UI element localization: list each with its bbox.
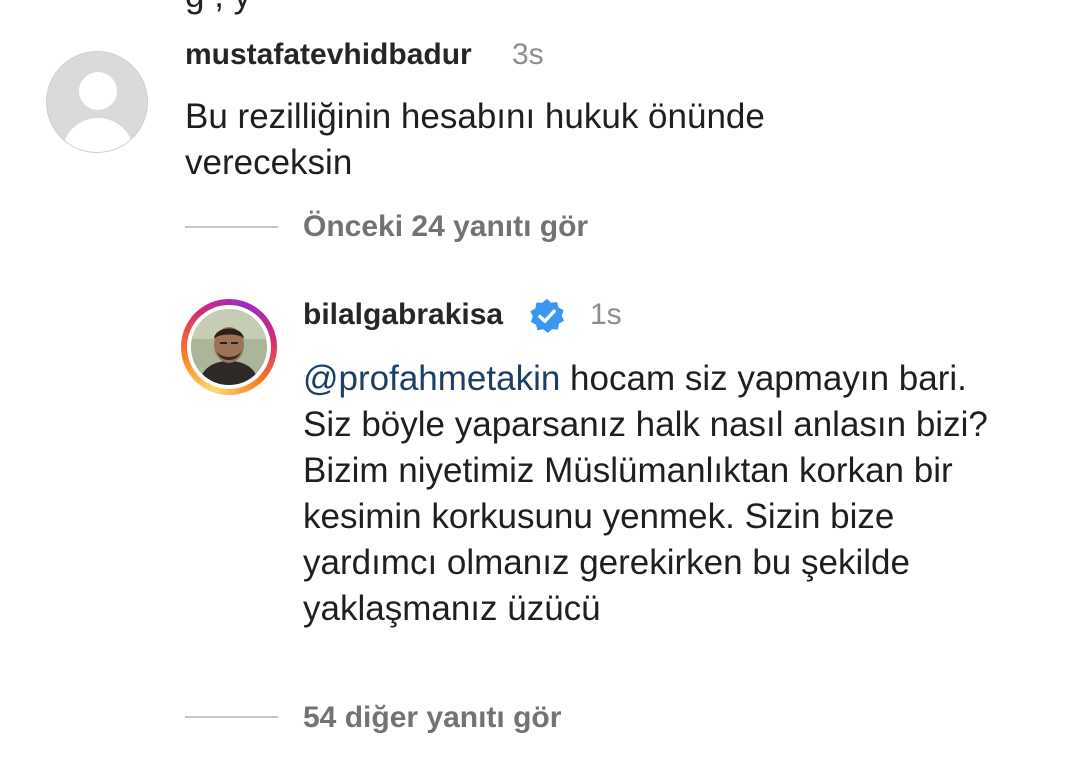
comment-username[interactable]: mustafatevhidbadur [185,38,472,72]
person-photo-icon [191,309,267,385]
comment-timestamp: 1s [590,298,622,331]
mention-link[interactable]: @profahmetakin [303,359,560,398]
avatar-photo [191,309,267,385]
replies-divider [185,716,278,718]
default-avatar-head-icon [79,72,117,110]
avatar-story-ring[interactable] [181,299,277,395]
view-more-replies-link[interactable]: 54 diğer yanıtı gör [303,701,561,735]
comment-username[interactable]: bilalgabrakisa [303,298,503,332]
verified-badge-icon [530,298,564,333]
comment-text: Bu rezilliğinin hesabını hukuk önünde ve… [185,97,765,182]
avatar[interactable] [46,51,148,153]
truncated-previous-comment: g , y [185,0,251,13]
default-avatar-body-icon [62,118,134,152]
comment-timestamp: 3s [512,38,544,71]
comment-text: @profahmetakin hocam siz yapmayın bari. … [303,356,1003,632]
replies-divider [185,226,278,228]
comment-body: hocam siz yapmayın bari. Siz böyle yapar… [303,359,988,628]
avatar [187,305,271,389]
view-previous-replies-link[interactable]: Önceki 24 yanıtı gör [303,210,588,244]
